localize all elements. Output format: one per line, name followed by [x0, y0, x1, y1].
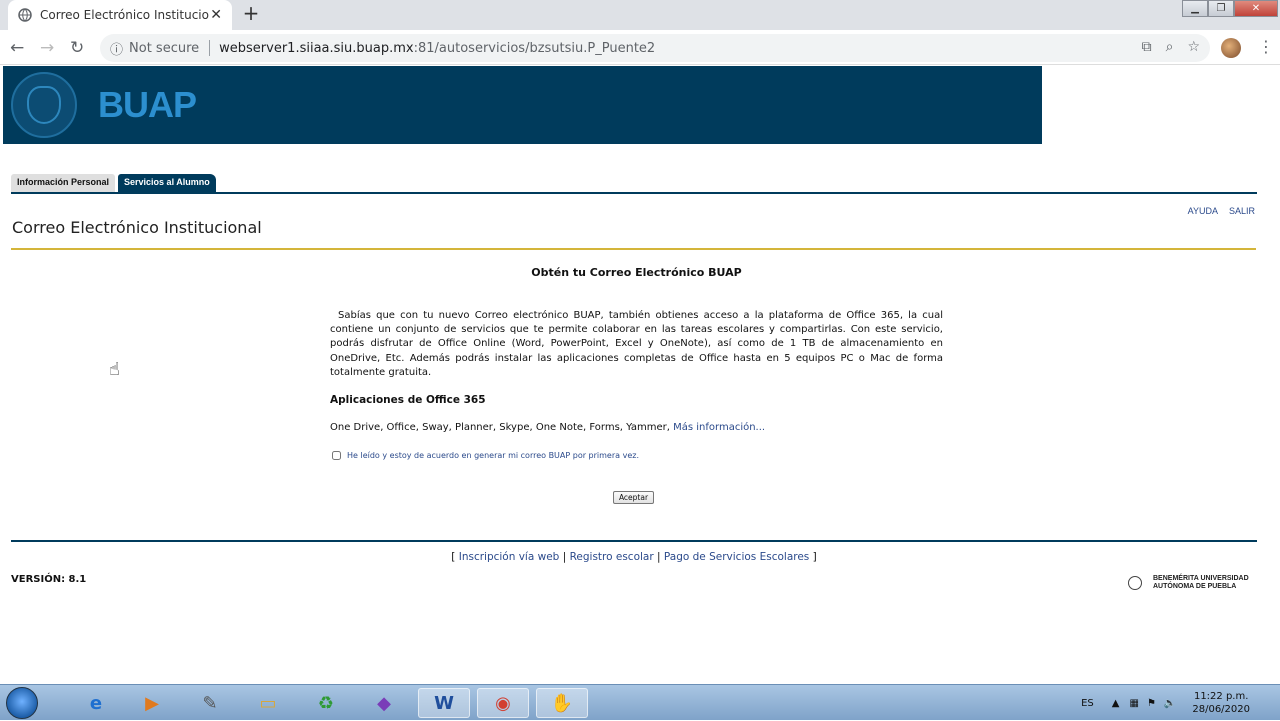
zoom-icon[interactable]: ⌕	[1166, 39, 1174, 55]
tab-close-icon[interactable]: ✕	[210, 7, 222, 23]
agree-checkbox[interactable]	[332, 451, 341, 460]
media-player-icon[interactable]: ▶	[126, 688, 178, 718]
clock[interactable]: 11:22 p.m. 28/06/2020	[1192, 690, 1250, 716]
buap-logo-text: BUAP	[98, 84, 197, 125]
agree-label: He leído y estoy de acuerdo en generar m…	[347, 451, 639, 460]
footer-close-bracket: ]	[812, 551, 817, 563]
address-bar[interactable]: ⓘ Not secure webserver1.siiaa.siu.buap.m…	[100, 34, 1210, 62]
buap-banner: BUAP	[3, 66, 1042, 144]
windows-taskbar: e ▶ ✎ ▭ ♻ ◆ W ◉ ✋ ES ▲ ▦ ⚑ 🔈 11:22 p.m. …	[0, 684, 1280, 720]
exit-link[interactable]: SALIR	[1229, 206, 1255, 216]
system-tray: ES ▲ ▦ ⚑ 🔈 11:22 p.m. 28/06/2020	[1081, 685, 1280, 721]
tools-icon[interactable]: ✎	[184, 688, 236, 718]
more-info-link[interactable]: Más información...	[673, 422, 765, 433]
info-paragraph: Sabías que con tu nuevo Correo electróni…	[330, 310, 943, 378]
new-tab-button[interactable]: +	[240, 3, 262, 25]
visual-studio-icon[interactable]: ◆	[358, 688, 410, 718]
footer-divider	[11, 540, 1257, 542]
university-name-line2: AUTÓNOMA DE PUEBLA	[1153, 583, 1237, 590]
forward-arrow-icon[interactable]: →	[40, 38, 54, 58]
registro-link[interactable]: Registro escolar	[570, 551, 654, 563]
address-bar-icons: ⧉ ⌕ ☆	[1142, 39, 1200, 55]
top-links: AYUDA SALIR	[1188, 206, 1255, 216]
agree-row: He leído y estoy de acuerdo en generar m…	[332, 451, 639, 460]
ie-icon[interactable]: e	[70, 688, 122, 718]
language-indicator[interactable]: ES	[1081, 698, 1094, 709]
url-host: webserver1.siiaa.siu.buap.mx	[219, 40, 414, 56]
address-separator	[209, 40, 211, 56]
volume-icon[interactable]: 🔈	[1164, 698, 1176, 709]
chrome-icon[interactable]: ◉	[477, 688, 529, 718]
browser-toolbar: ← → ↻ ⓘ Not secure webserver1.siiaa.siu.…	[0, 30, 1280, 65]
info-icon[interactable]: ⓘ	[110, 39, 123, 58]
network-icon[interactable]: ▦	[1129, 698, 1138, 709]
globe-icon	[18, 8, 32, 22]
footer-links: [ Inscripción vía web | Registro escolar…	[0, 551, 1268, 563]
footer-open-bracket: [	[451, 551, 456, 563]
file-explorer-icon[interactable]: ▭	[242, 688, 294, 718]
translate-icon[interactable]: ⧉	[1142, 39, 1152, 55]
section-heading: Obtén tu Correo Electrónico BUAP	[531, 266, 742, 279]
section-tabs: Información Personal Servicios al Alumno	[11, 174, 216, 192]
tab-informacion-personal[interactable]: Información Personal	[11, 174, 116, 192]
word-icon[interactable]: W	[418, 688, 470, 718]
page-title: Correo Electrónico Institucional	[12, 218, 262, 237]
tab-divider	[11, 192, 1257, 194]
inscripcion-link[interactable]: Inscripción vía web	[459, 551, 560, 563]
mini-seal-icon	[1128, 576, 1142, 590]
security-label: Not secure	[129, 40, 200, 56]
tab-servicios-alumno[interactable]: Servicios al Alumno	[118, 174, 216, 192]
version-label: VERSIÓN: 8.1	[11, 574, 87, 585]
hand-cursor-icon: ☝	[109, 359, 120, 380]
browser-menu-icon[interactable]: ⋮	[1258, 37, 1274, 56]
university-footer-logo: BENEMÉRITA UNIVERSIDAD AUTÓNOMA DE PUEBL…	[1128, 575, 1249, 591]
window-controls: ▁ ❐ ✕	[1182, 0, 1278, 18]
close-window-button[interactable]: ✕	[1234, 0, 1278, 17]
clock-time: 11:22 p.m.	[1193, 691, 1249, 702]
title-divider	[11, 248, 1256, 250]
reload-icon[interactable]: ↻	[70, 38, 84, 58]
tab-title: Correo Electrónico Institucional	[40, 8, 211, 22]
help-link[interactable]: AYUDA	[1188, 206, 1218, 216]
maximize-button[interactable]: ❐	[1208, 0, 1234, 17]
profile-avatar[interactable]	[1221, 38, 1241, 58]
clock-date: 28/06/2020	[1192, 704, 1250, 715]
back-arrow-icon[interactable]: ←	[10, 38, 24, 58]
browser-tabstrip: Correo Electrónico Institucional ✕ + ▁ ❐…	[0, 0, 1280, 30]
recycle-icon[interactable]: ♻	[300, 688, 352, 718]
browser-tab[interactable]: Correo Electrónico Institucional ✕	[8, 0, 232, 30]
bookmark-star-icon[interactable]: ☆	[1187, 39, 1200, 55]
tray-expand-icon[interactable]: ▲	[1112, 698, 1120, 709]
start-button[interactable]	[6, 687, 38, 719]
app-hand-icon[interactable]: ✋	[536, 688, 588, 718]
apps-list-text: One Drive, Office, Sway, Planner, Skype,…	[330, 422, 670, 433]
url-path: :81/autoservicios/bzsutsiu.P_Puente2	[413, 40, 656, 56]
university-name-line1: BENEMÉRITA UNIVERSIDAD	[1153, 575, 1249, 582]
pago-link[interactable]: Pago de Servicios Escolares	[664, 551, 809, 563]
footer-separator: |	[657, 551, 661, 563]
apps-list: One Drive, Office, Sway, Planner, Skype,…	[330, 422, 765, 433]
apps-heading: Aplicaciones de Office 365	[330, 394, 486, 406]
minimize-button[interactable]: ▁	[1182, 0, 1208, 17]
footer-separator: |	[562, 551, 567, 563]
flag-icon[interactable]: ⚑	[1147, 698, 1156, 709]
accept-button[interactable]: Aceptar	[613, 491, 654, 504]
buap-seal-logo	[11, 72, 77, 138]
